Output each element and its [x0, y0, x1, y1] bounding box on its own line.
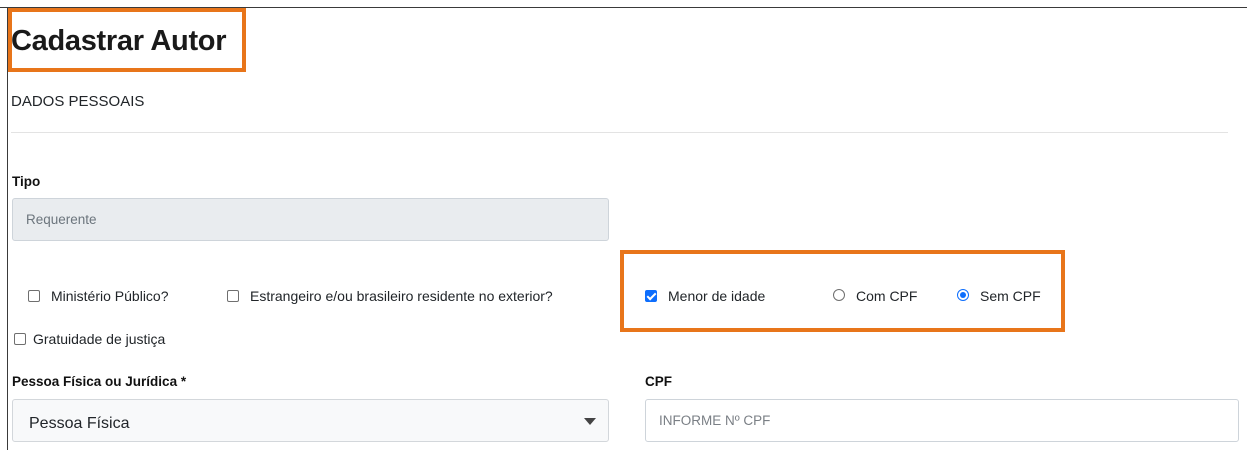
ministerio-publico-checkbox[interactable] [28, 290, 40, 302]
estrangeiro-checkbox[interactable] [227, 290, 239, 302]
sem-cpf-label[interactable]: Sem CPF [980, 288, 1041, 304]
menor-idade-checkbox[interactable] [645, 290, 657, 302]
sem-cpf-radio[interactable] [957, 289, 969, 301]
title-highlight-box [8, 8, 246, 72]
com-cpf-label[interactable]: Com CPF [856, 288, 917, 304]
ministerio-publico-label[interactable]: Ministério Público? [51, 288, 169, 304]
tipo-label: Tipo [12, 174, 41, 189]
section-divider [11, 132, 1228, 133]
cpf-label: CPF [645, 374, 672, 389]
section-title: DADOS PESSOAIS [11, 93, 145, 110]
pessoa-select-value: Pessoa Física [29, 415, 130, 432]
estrangeiro-label[interactable]: Estrangeiro e/ou brasileiro residente no… [250, 288, 553, 304]
com-cpf-radio[interactable] [833, 289, 845, 301]
window-left-border [7, 7, 8, 450]
gratuidade-label[interactable]: Gratuidade de justiça [33, 331, 165, 347]
pessoa-label: Pessoa Física ou Jurídica * [12, 374, 187, 389]
gratuidade-checkbox[interactable] [14, 333, 26, 345]
tipo-input [12, 198, 609, 241]
menor-idade-label[interactable]: Menor de idade [668, 288, 765, 304]
pessoa-select[interactable]: Pessoa Física [12, 399, 609, 442]
cpf-input[interactable] [645, 399, 1239, 442]
chevron-down-icon[interactable] [584, 418, 596, 425]
